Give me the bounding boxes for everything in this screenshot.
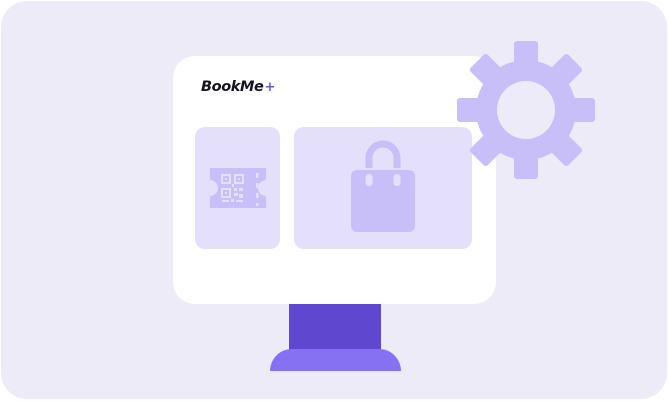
ticket-panel <box>195 127 280 249</box>
qr-ticket-icon <box>209 168 266 208</box>
gear-icon <box>457 41 595 179</box>
monitor-stand-base <box>270 349 401 371</box>
brand-plus: + <box>264 79 275 95</box>
illustration-card: BookMe + <box>1 1 667 399</box>
shopping-panel <box>294 127 472 249</box>
monitor-screen: BookMe + <box>173 56 496 304</box>
brand-logo: BookMe + <box>201 76 275 98</box>
shopping-bag-icon <box>351 140 415 232</box>
brand-name: BookMe <box>201 79 264 95</box>
